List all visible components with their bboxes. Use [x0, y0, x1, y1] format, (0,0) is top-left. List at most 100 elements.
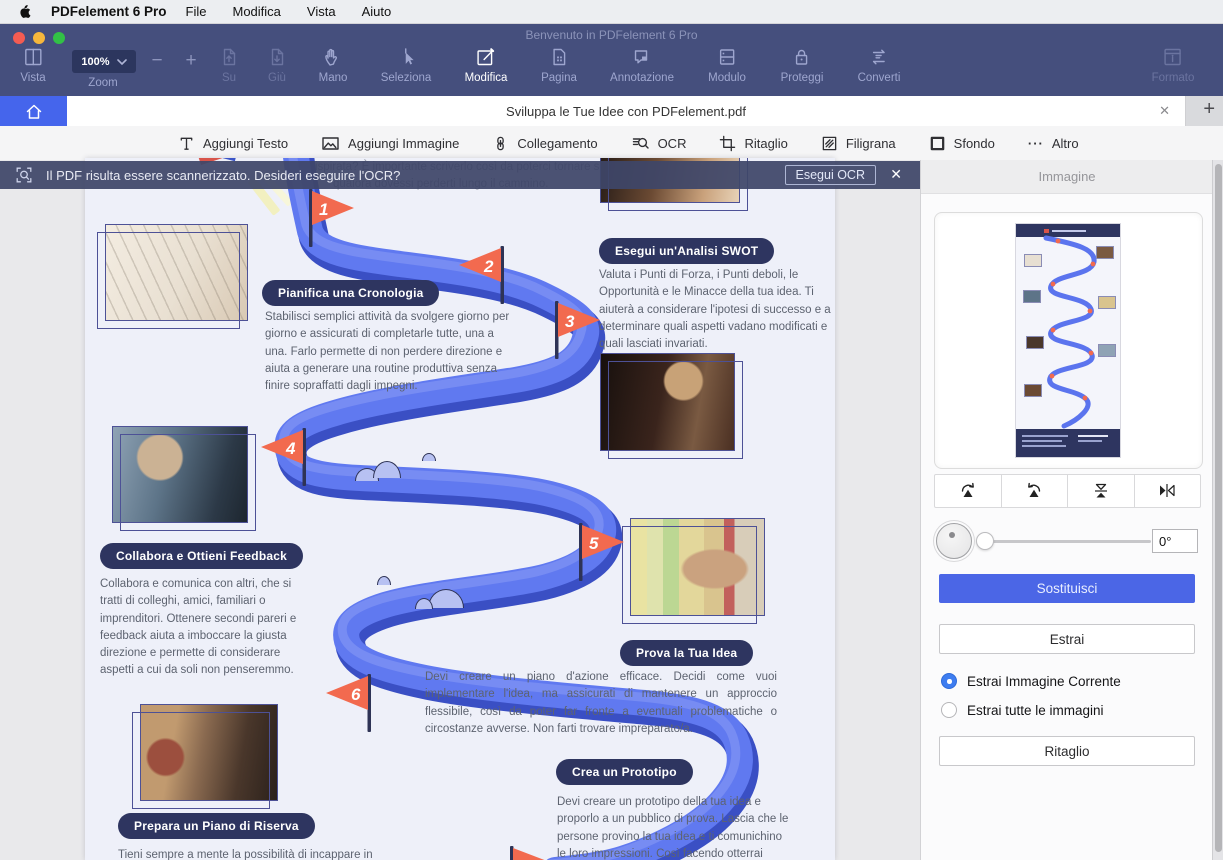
format-info-icon [1162, 46, 1184, 68]
panel-title: Immagine [921, 160, 1213, 194]
page-icon [548, 46, 570, 68]
thumbnail-photo [1096, 246, 1114, 259]
toolbar-page-down[interactable]: Giù [266, 46, 288, 84]
menu-vista[interactable]: Vista [307, 4, 336, 19]
crop-image-button[interactable]: Ritaglio [939, 736, 1195, 766]
flip-horizontal-icon [1157, 481, 1177, 501]
section-body-feedback: Collabora e comunica con altri, che si t… [100, 576, 300, 680]
flag-5: 5 [576, 523, 626, 585]
add-image-icon [321, 135, 340, 152]
photo-swot-woman[interactable] [600, 353, 735, 451]
watermark-button[interactable]: Filigrana [821, 135, 896, 152]
menu-aiuto[interactable]: Aiuto [362, 4, 392, 19]
rotate-right-button[interactable] [1002, 475, 1069, 507]
add-image-button[interactable]: Aggiungi Immagine [321, 135, 459, 152]
svg-text:4: 4 [285, 439, 296, 458]
convert-arrows-icon [868, 46, 890, 68]
toolbar-protect[interactable]: Proteggi [781, 46, 824, 84]
toolbar-annotation[interactable]: Annotazione [610, 46, 674, 84]
zoom-in-button[interactable]: + [185, 50, 196, 72]
photo-color-swatches[interactable] [630, 518, 765, 616]
toolbar-edit-active[interactable]: Modifica [465, 46, 508, 84]
flip-horizontal-button[interactable] [1135, 475, 1201, 507]
section-title-riserva: Prepara un Piano di Riserva [118, 813, 315, 839]
hand-icon [322, 46, 344, 68]
edit-pencil-icon [475, 46, 497, 68]
zoom-label: Zoom [88, 77, 117, 89]
more-dots-icon: ··· [1028, 136, 1044, 151]
page-up-icon [218, 46, 240, 68]
photo-backup-plan[interactable] [140, 704, 278, 801]
document-tab[interactable]: Sviluppa le Tue Idee con PDFelement.pdf … [67, 96, 1186, 126]
thumbnail-photo [1024, 384, 1042, 397]
crop-button[interactable]: Ritaglio [719, 135, 787, 152]
rotate-left-button[interactable] [935, 475, 1002, 507]
add-text-button[interactable]: Aggiungi Testo [178, 135, 288, 152]
radio-selected-icon[interactable] [941, 673, 957, 689]
svg-text:3: 3 [565, 312, 575, 331]
section-title-prova: Prova la Tua Idea [620, 640, 753, 666]
pdf-page[interactable]: ispirata? È importante scriverlo così da… [85, 158, 835, 860]
toolbar-page-up[interactable]: Su [218, 46, 240, 84]
thumbnail-photo [1023, 290, 1041, 303]
tab-close-icon[interactable]: ✕ [1159, 103, 1170, 119]
section-title-swot: Esegui un'Analisi SWOT [599, 238, 774, 264]
section-title-feedback: Collabora e Ottieni Feedback [100, 543, 303, 569]
apple-menu-icon[interactable] [18, 4, 32, 20]
rotation-knob[interactable] [936, 523, 972, 559]
toolbar-convert[interactable]: Converti [858, 46, 901, 84]
menubar-app-name[interactable]: PDFelement 6 Pro [51, 4, 167, 19]
toolbar-format[interactable]: Formato [1152, 46, 1195, 84]
flag-6: 6 [324, 674, 374, 736]
replace-image-button[interactable]: Sostituisci [939, 574, 1195, 603]
extract-button[interactable]: Estrai [939, 624, 1195, 654]
cursor-icon [395, 46, 417, 68]
menu-modifica[interactable]: Modifica [233, 4, 281, 19]
zoom-out-button[interactable]: − [151, 50, 162, 72]
toolbar-form[interactable]: Modulo [708, 46, 746, 84]
section-body-swot: Valuta i Punti di Forza, i Punti deboli,… [599, 267, 831, 353]
section-body-prova: Devi creare un piano d'azione efficace. … [425, 669, 777, 738]
document-tab-title: Sviluppa le Tue Idee con PDFelement.pdf [506, 104, 746, 119]
notification-close-icon[interactable]: ✕ [890, 166, 902, 183]
more-button[interactable]: ··· Altro [1028, 136, 1079, 151]
comment-bubble-icon [631, 46, 653, 68]
radio-extract-all[interactable]: Estrai tutte le immagini [941, 702, 1104, 718]
ocr-button[interactable]: OCR [631, 135, 687, 152]
ocr-scan-icon [14, 165, 34, 185]
rotate-left-icon [958, 481, 978, 501]
photo-collaboration[interactable] [112, 426, 248, 523]
menu-file[interactable]: File [186, 4, 207, 19]
window-title: Benvenuto in PDFelement 6 Pro [0, 28, 1223, 42]
toolbar-vista[interactable]: Vista [20, 46, 45, 84]
toolbar-hand[interactable]: Mano [319, 46, 348, 84]
main-toolbar: Benvenuto in PDFelement 6 Pro Vista 100%… [0, 24, 1223, 96]
rotation-slider-track[interactable] [985, 540, 1151, 543]
image-properties-panel: Immagine [920, 160, 1213, 860]
link-button[interactable]: Collegamento [492, 135, 597, 152]
background-icon [929, 135, 946, 152]
vertical-scrollbar[interactable] [1212, 160, 1223, 860]
radio-extract-current[interactable]: Estrai Immagine Corrente [941, 673, 1121, 689]
section-body-cronologia: Stabilisci semplici attività da svolgere… [265, 309, 513, 395]
flip-vertical-icon [1091, 481, 1111, 501]
toolbar-page[interactable]: Pagina [541, 46, 577, 84]
image-preview-container [934, 212, 1203, 469]
new-tab-button[interactable]: + [1203, 98, 1215, 121]
flag-2: 2 [457, 246, 507, 308]
scrollbar-thumb[interactable] [1215, 164, 1222, 852]
radio-unselected-icon[interactable] [941, 702, 957, 718]
background-button[interactable]: Sfondo [929, 135, 995, 152]
run-ocr-button[interactable]: Esegui OCR [785, 165, 876, 185]
rotation-slider-handle[interactable] [976, 532, 994, 550]
home-tab-button[interactable] [0, 96, 67, 126]
rotation-degrees-input[interactable] [1152, 529, 1198, 553]
lock-icon [791, 46, 813, 68]
zoom-dropdown[interactable]: 100% [72, 50, 136, 73]
section-body-prototipo: Devi creare un prototipo della tua idea … [557, 794, 789, 860]
thumbnail-footer [1016, 429, 1120, 457]
photo-sketch[interactable] [105, 224, 248, 321]
flip-vertical-button[interactable] [1068, 475, 1135, 507]
toolbar-select[interactable]: Seleziona [381, 46, 432, 84]
page-down-icon [266, 46, 288, 68]
